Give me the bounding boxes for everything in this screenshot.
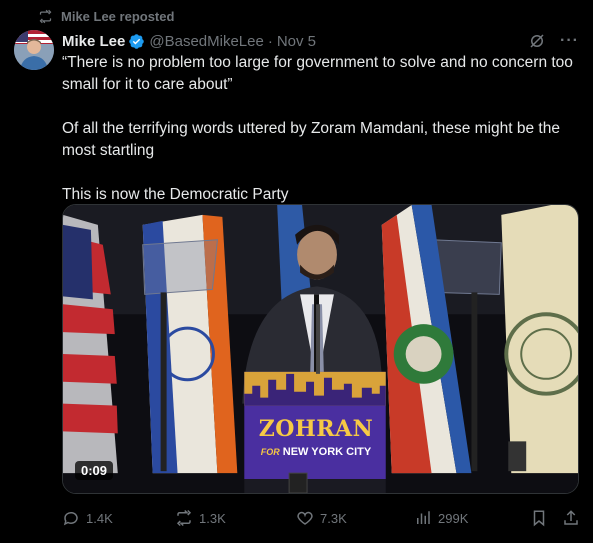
more-options-icon[interactable]: ··· [560, 32, 579, 50]
like-count: 7.3K [320, 510, 347, 526]
tweet-paragraph-2: Of all the terrifying words uttered by Z… [62, 120, 560, 159]
repost-icon [39, 9, 52, 24]
video-player[interactable]: ZOHRAN FOR NEW YORK CITY 0:09 [62, 204, 579, 494]
repost-icon [176, 509, 192, 527]
action-bar: 1.4K 1.3K 7.3K 299K [62, 508, 582, 528]
share-icon [564, 510, 578, 525]
view-count: 299K [438, 510, 469, 526]
repost-count: 1.3K [199, 510, 226, 526]
grok-icon[interactable] [528, 32, 546, 50]
avatar[interactable] [14, 30, 54, 70]
reply-button[interactable]: 1.4K [62, 509, 113, 527]
tweet-text: “There is no problem too large for gover… [62, 52, 582, 206]
podium-sign-for: FOR [260, 447, 280, 457]
author-handle[interactable]: @BasedMikeLee [149, 33, 263, 50]
podium-sign-subtitle: FOR NEW YORK CITY [245, 446, 387, 458]
heart-icon [297, 511, 313, 525]
tweet-paragraph-3: This is now the Democratic Party [62, 186, 289, 203]
views-chart-icon [417, 511, 430, 524]
verified-badge-icon [129, 33, 145, 49]
repost-button[interactable]: 1.3K [175, 509, 226, 527]
podium-sign-title: ZOHRAN [258, 416, 374, 442]
like-button[interactable]: 7.3K [296, 509, 347, 527]
reply-count: 1.4K [86, 510, 113, 526]
repost-label: Mike Lee reposted [61, 9, 175, 24]
bookmark-button[interactable] [530, 509, 548, 527]
repost-header[interactable]: Mike Lee reposted [38, 9, 174, 24]
post-date[interactable]: Nov 5 [277, 33, 316, 50]
separator-dot: · [267, 32, 273, 50]
bookmark-icon [533, 510, 545, 527]
tweet-paragraph-1: “There is no problem too large for gover… [62, 54, 573, 93]
author-name[interactable]: Mike Lee [62, 33, 125, 50]
video-duration: 0:09 [75, 461, 114, 480]
share-button[interactable] [562, 509, 580, 527]
podium-sign-city: NEW YORK CITY [282, 446, 372, 458]
views-button[interactable]: 299K [414, 509, 468, 527]
reply-icon [63, 511, 78, 526]
